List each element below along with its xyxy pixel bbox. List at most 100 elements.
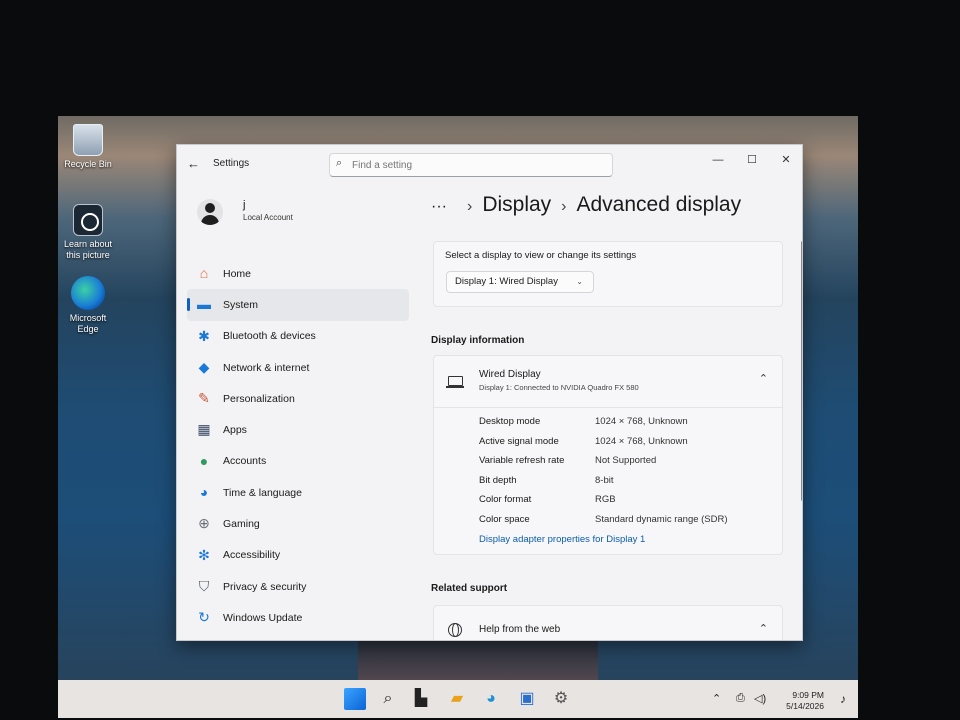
network-icon[interactable]: ⎙ (736, 692, 745, 705)
display-information-heading: Display information (431, 335, 525, 346)
accessibility-icon: ✻ (198, 546, 210, 563)
display-info-header[interactable]: Wired Display Display 1: Connected to NV… (434, 356, 782, 408)
edge-icon (71, 276, 105, 310)
info-value: RGB (595, 494, 616, 505)
search-icon[interactable]: ⌕ (377, 688, 399, 710)
select-display-card: Select a display to view or change its s… (433, 241, 783, 307)
display-dropdown-value: Display 1: Wired Display (455, 276, 558, 287)
settings-icon[interactable]: ⚙ (550, 688, 572, 710)
page-title: Advanced display (576, 193, 742, 216)
display-connection: Display 1: Connected to NVIDIA Quadro FX… (479, 383, 639, 392)
search-box[interactable]: ⌕ (329, 153, 613, 177)
sidebar-item-personalization[interactable]: ✎ Personalization (187, 383, 409, 414)
sidebar-item-accounts[interactable]: ● Accounts (187, 446, 409, 477)
info-key: Color space (479, 513, 530, 525)
edge-icon[interactable]: ◕ (480, 688, 502, 710)
sidebar-item-gaming[interactable]: ⊕ Gaming (187, 508, 409, 539)
home-icon: ⌂ (199, 265, 209, 281)
info-key: Variable refresh rate (479, 455, 565, 466)
sidebar-item-apps[interactable]: ▦ Apps (187, 414, 409, 445)
sidebar-item-label: Gaming (223, 518, 260, 531)
desktop-icon-label: Recycle Bin (64, 159, 112, 169)
profile-name: j (243, 199, 246, 211)
info-value: 8-bit (595, 474, 614, 486)
display-dropdown[interactable]: Display 1: Wired Display ⌄ (446, 271, 594, 293)
gamepad-icon: ⊕ (198, 515, 210, 532)
info-key: Active signal mode (479, 435, 559, 447)
app-title: Settings (213, 158, 250, 169)
breadcrumb-display-link[interactable]: Display (482, 193, 551, 217)
sidebar-item-label: Time & language (223, 486, 302, 499)
sidebar-item-accessibility[interactable]: ✻ Accessibility (187, 540, 409, 571)
sidebar-item-label: Personalization (223, 392, 295, 405)
taskbar-clock[interactable]: 9:09 PM 5/14/2026 (786, 690, 824, 712)
desktop-icon-edge[interactable]: Microsoft Edge (58, 276, 118, 335)
sidebar-item-home[interactable]: ⌂ Home (187, 258, 409, 289)
sidebar-item-label: Bluetooth & devices (223, 330, 316, 343)
sidebar-item-label: Apps (223, 424, 247, 437)
task-view-icon[interactable]: ▙ (410, 688, 432, 710)
sidebar-item-label: Home (223, 267, 252, 280)
info-row: Bit depth 8-bit (479, 475, 728, 495)
taskbar: ⌕ ▙ ▰ ◕ ▣ ⚙ ⌃ ⎙ ◁) 9:09 PM 5/14/2026 ♪ (58, 680, 858, 718)
clock-date: 5/14/2026 (786, 701, 824, 711)
display-name: Wired Display (479, 369, 541, 380)
chevron-right-icon: › (466, 198, 473, 215)
desktop-icon-learn-about-picture[interactable]: Learn about this picture (58, 204, 118, 261)
store-icon[interactable]: ▣ (516, 688, 538, 710)
avatar (197, 199, 223, 225)
desktop-icon-recycle-bin[interactable]: Recycle Bin (58, 124, 118, 170)
globe-clock-icon: ◕ (199, 484, 209, 501)
close-button[interactable]: ✕ (771, 149, 801, 171)
shield-icon: ⛉ (198, 577, 210, 594)
main-content: ··· › Display › Advanced display Select … (425, 185, 802, 640)
apps-icon: ▦ (197, 421, 211, 438)
chevron-right-icon: › (561, 198, 567, 215)
breadcrumb-more-button[interactable]: ··· (431, 198, 447, 216)
sidebar-item-label: Accessibility (223, 549, 281, 562)
info-value: Not Supported (595, 455, 657, 466)
windows-start-icon[interactable] (344, 688, 366, 710)
chevron-down-icon: ⌄ (576, 277, 583, 286)
maximize-button[interactable]: ☐ (737, 149, 767, 171)
search-input[interactable] (352, 157, 602, 173)
related-support-heading: Related support (431, 583, 508, 594)
breadcrumb: ··· › Display › Advanced display (431, 193, 741, 217)
back-arrow-icon[interactable]: ← (187, 156, 200, 171)
sidebar-item-privacy[interactable]: ⛉ Privacy & security (187, 571, 409, 602)
help-from-web-card[interactable]: Help from the web ⌃ (433, 605, 783, 640)
learn-about-picture-icon (73, 204, 103, 236)
clock-time: 9:09 PM (792, 690, 824, 700)
info-value: 1024 × 768, Unknown (595, 435, 688, 447)
info-key: Desktop mode (479, 416, 541, 427)
sidebar-item-time-language[interactable]: ◕ Time & language (187, 477, 409, 508)
sidebar-item-network[interactable]: ◆ Network & internet (187, 352, 409, 383)
system-icon: ▬ (197, 296, 211, 313)
sidebar-item-label: Privacy & security (223, 580, 307, 593)
volume-icon[interactable]: ◁) (754, 692, 766, 705)
sidebar-item-bluetooth[interactable]: ✱ Bluetooth & devices (187, 321, 409, 352)
photo-background: Recycle Bin Learn about this picture Mic… (0, 0, 960, 720)
minimize-button[interactable]: — (703, 149, 733, 171)
file-explorer-icon[interactable]: ▰ (446, 688, 468, 710)
monitor-icon (446, 376, 464, 388)
sidebar-item-system[interactable]: ▬ System (187, 289, 409, 321)
info-row: Color format RGB (479, 494, 728, 514)
sidebar-item-windows-update[interactable]: ↻ Windows Update (187, 602, 409, 633)
wifi-icon: ◆ (198, 358, 210, 375)
sidebar: j Local Account ⌂ Home ▬ System ✱ Bluetooth… (177, 185, 413, 640)
info-row: Variable refresh rate Not Supported (479, 455, 728, 475)
chevron-up-icon[interactable]: ⌃ (712, 692, 721, 705)
notification-bell-icon[interactable]: ♪ (840, 692, 846, 706)
chevron-up-icon[interactable]: ⌃ (759, 372, 768, 385)
display-adapter-properties-link[interactable]: Display adapter properties for Display 1 (479, 534, 645, 545)
scrollbar[interactable] (801, 241, 802, 501)
chevron-up-icon[interactable]: ⌃ (759, 622, 768, 635)
sidebar-item-label: System (223, 298, 259, 311)
display-information-card: Wired Display Display 1: Connected to NV… (433, 355, 783, 555)
sidebar-item-label: Network & internet (223, 361, 310, 374)
settings-window: ← Settings ⌕ — ☐ ✕ j Local Account ⌂ Home… (176, 144, 803, 641)
windows-update-icon: ↻ (198, 609, 210, 626)
info-value: Standard dynamic range (SDR) (595, 513, 728, 525)
sidebar-item-label: Accounts (223, 455, 267, 468)
